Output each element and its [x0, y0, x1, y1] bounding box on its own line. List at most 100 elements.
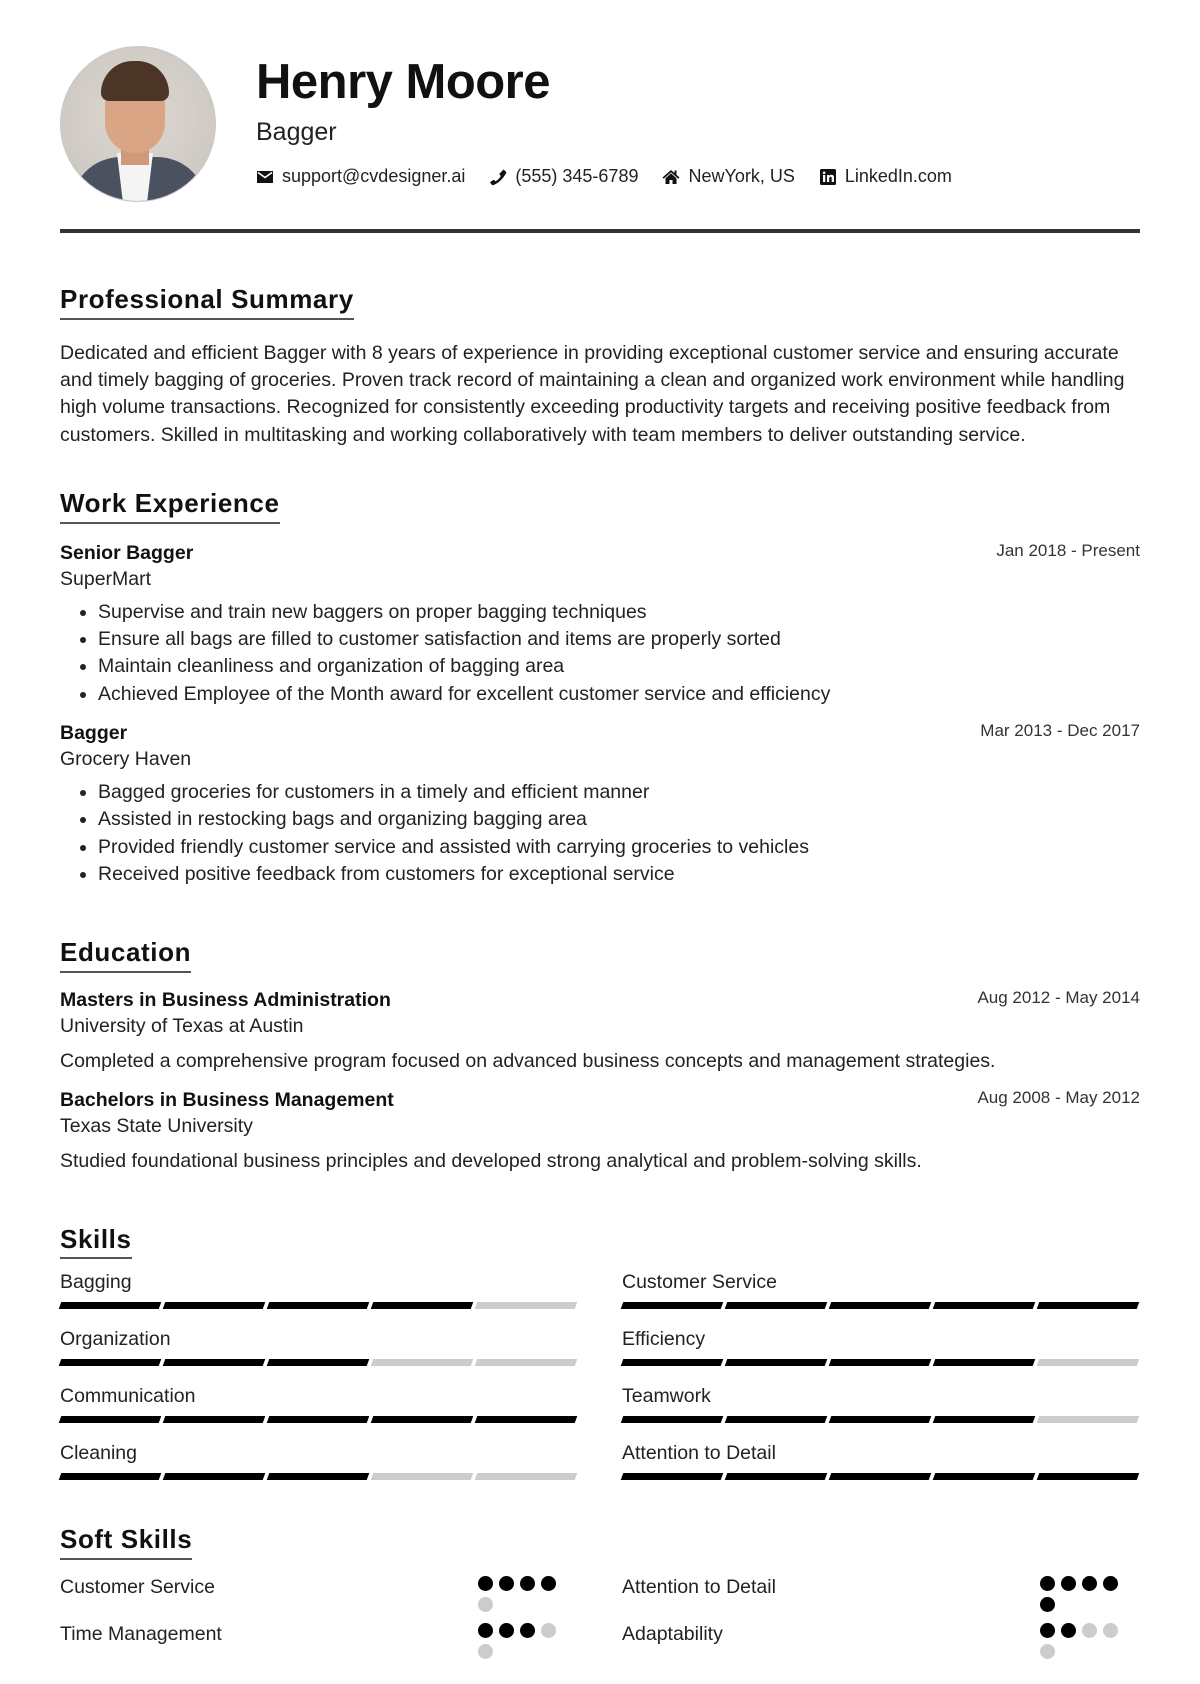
job-bullet: Assisted in restocking bags and organizi…	[98, 806, 1140, 833]
skill-name: Efficiency	[622, 1328, 706, 1351]
rating-dot-filled	[1061, 1622, 1076, 1638]
envelope-icon	[256, 168, 274, 186]
skill-segment-filled	[932, 1416, 1036, 1424]
profile-photo	[60, 46, 216, 202]
rating-dot-filled	[1040, 1596, 1055, 1612]
work-entry: Senior Bagger Jan 2018 - Present SuperMa…	[60, 540, 1140, 708]
soft-skill-rating	[478, 1575, 564, 1612]
contact-phone[interactable]: (555) 345-6789	[489, 166, 638, 187]
skill-segment-filled	[1036, 1302, 1140, 1310]
job-bullets: Bagged groceries for customers in a time…	[60, 779, 1140, 888]
resume-header: Henry Moore Bagger support@cvdesigner.ai…	[60, 0, 1140, 233]
skill-segment-filled	[266, 1416, 370, 1424]
rating-dot-filled	[1103, 1575, 1118, 1591]
rating-dot-empty	[1040, 1643, 1055, 1659]
work-section: Work Experience Senior Bagger Jan 2018 -…	[60, 489, 1140, 888]
skill-item: Communication	[58, 1383, 578, 1440]
rating-dot-filled	[1061, 1575, 1076, 1591]
skill-segment-empty	[370, 1359, 474, 1367]
soft-skill-rating	[478, 1622, 564, 1659]
job-bullet: Received positive feedback from customer…	[98, 861, 1140, 888]
rating-dot-empty	[478, 1643, 493, 1659]
soft-skill-item: Adaptability	[622, 1621, 1140, 1668]
soft-skill-item: Customer Service	[60, 1574, 578, 1621]
education-entry: Bachelors in Business Management Aug 200…	[60, 1087, 1140, 1175]
skill-segment-filled	[58, 1302, 162, 1310]
rating-dot-filled	[478, 1575, 493, 1591]
section-title-soft-skills: Soft Skills	[60, 1525, 193, 1560]
skill-segment-filled	[1036, 1473, 1140, 1481]
rating-dot-empty	[1082, 1622, 1097, 1638]
resume-page: Henry Moore Bagger support@cvdesigner.ai…	[58, 0, 1140, 1668]
school-name: University of Texas at Austin	[60, 1014, 304, 1037]
soft-skill-rating	[1040, 1622, 1126, 1659]
skill-item: Attention to Detail	[620, 1440, 1140, 1497]
rating-dot-filled	[499, 1575, 514, 1591]
work-entry: Bagger Mar 2013 - Dec 2017 Grocery Haven…	[60, 720, 1140, 888]
contact-linkedin-text[interactable]: LinkedIn.com	[845, 166, 952, 187]
skill-segment-filled	[724, 1302, 828, 1310]
skill-segment-filled	[620, 1302, 724, 1310]
job-title: Bagger	[60, 722, 128, 744]
rating-dot-filled	[499, 1622, 514, 1638]
skill-segment-filled	[620, 1473, 724, 1481]
skill-name: Teamwork	[622, 1385, 711, 1408]
job-title: Senior Bagger	[60, 541, 194, 564]
skill-segment-filled	[724, 1416, 828, 1424]
skill-segment-filled	[828, 1473, 932, 1481]
skill-item: Efficiency	[620, 1326, 1140, 1383]
skill-level-bar	[620, 1416, 1140, 1424]
rating-dot-empty	[478, 1596, 493, 1612]
section-title-summary: Professional Summary	[60, 285, 354, 320]
skill-segment-empty	[474, 1473, 578, 1481]
skill-name: Attention to Detail	[622, 1442, 776, 1465]
contact-phone-text[interactable]: (555) 345-6789	[515, 166, 638, 187]
rating-dot-filled	[1040, 1575, 1055, 1591]
skills-section: Skills Bagging Customer Service Organiza…	[58, 1225, 1140, 1498]
skill-level-bar	[58, 1359, 578, 1367]
summary-section: Professional Summary Dedicated and effic…	[60, 285, 1140, 449]
soft-skill-item: Attention to Detail	[622, 1574, 1140, 1621]
home-icon	[662, 168, 680, 186]
skill-segment-empty	[474, 1359, 578, 1367]
degree-description: Studied foundational business principles…	[60, 1149, 922, 1172]
skill-level-bar	[58, 1302, 578, 1310]
job-bullet: Supervise and train new baggers on prope…	[98, 599, 1140, 626]
rating-dot-filled	[1040, 1622, 1055, 1638]
job-bullet: Provided friendly customer service and a…	[98, 834, 1140, 861]
section-title-education: Education	[60, 938, 192, 973]
contact-linkedin[interactable]: LinkedIn.com	[819, 166, 952, 187]
skill-segment-filled	[266, 1302, 370, 1310]
skill-segment-filled	[474, 1416, 578, 1424]
skill-segment-filled	[724, 1473, 828, 1481]
skill-name: Organization	[60, 1328, 171, 1351]
skill-item: Cleaning	[58, 1440, 578, 1497]
section-title-work: Work Experience	[60, 489, 280, 524]
skill-segment-filled	[162, 1473, 266, 1481]
skill-segment-filled	[932, 1302, 1036, 1310]
skill-segment-filled	[724, 1359, 828, 1367]
skill-level-bar	[620, 1473, 1140, 1481]
rating-dot-filled	[520, 1622, 535, 1638]
job-bullet: Ensure all bags are filled to customer s…	[98, 626, 1140, 653]
contact-location: NewYork, US	[662, 166, 795, 187]
skill-segment-filled	[162, 1302, 266, 1310]
skill-segment-filled	[370, 1416, 474, 1424]
soft-skills-grid: Customer Service Attention to Detail Tim…	[60, 1574, 1140, 1668]
contact-email[interactable]: support@cvdesigner.ai	[256, 166, 465, 187]
header-divider	[60, 229, 1140, 233]
degree-date: Aug 2012 - May 2014	[977, 987, 1140, 1007]
contact-email-text[interactable]: support@cvdesigner.ai	[282, 166, 465, 187]
school-name: Texas State University	[60, 1114, 253, 1137]
job-company: SuperMart	[60, 567, 152, 590]
skill-level-bar	[58, 1473, 578, 1481]
job-company: Grocery Haven	[60, 748, 192, 770]
education-section: Education Masters in Business Administra…	[60, 938, 1140, 1175]
skill-segment-filled	[162, 1416, 266, 1424]
candidate-title: Bagger	[256, 118, 337, 146]
job-bullets: Supervise and train new baggers on prope…	[60, 599, 1140, 708]
skill-segment-filled	[828, 1416, 932, 1424]
skill-name: Communication	[60, 1385, 196, 1408]
contact-location-text: NewYork, US	[688, 166, 795, 186]
candidate-name: Henry Moore	[256, 55, 551, 109]
